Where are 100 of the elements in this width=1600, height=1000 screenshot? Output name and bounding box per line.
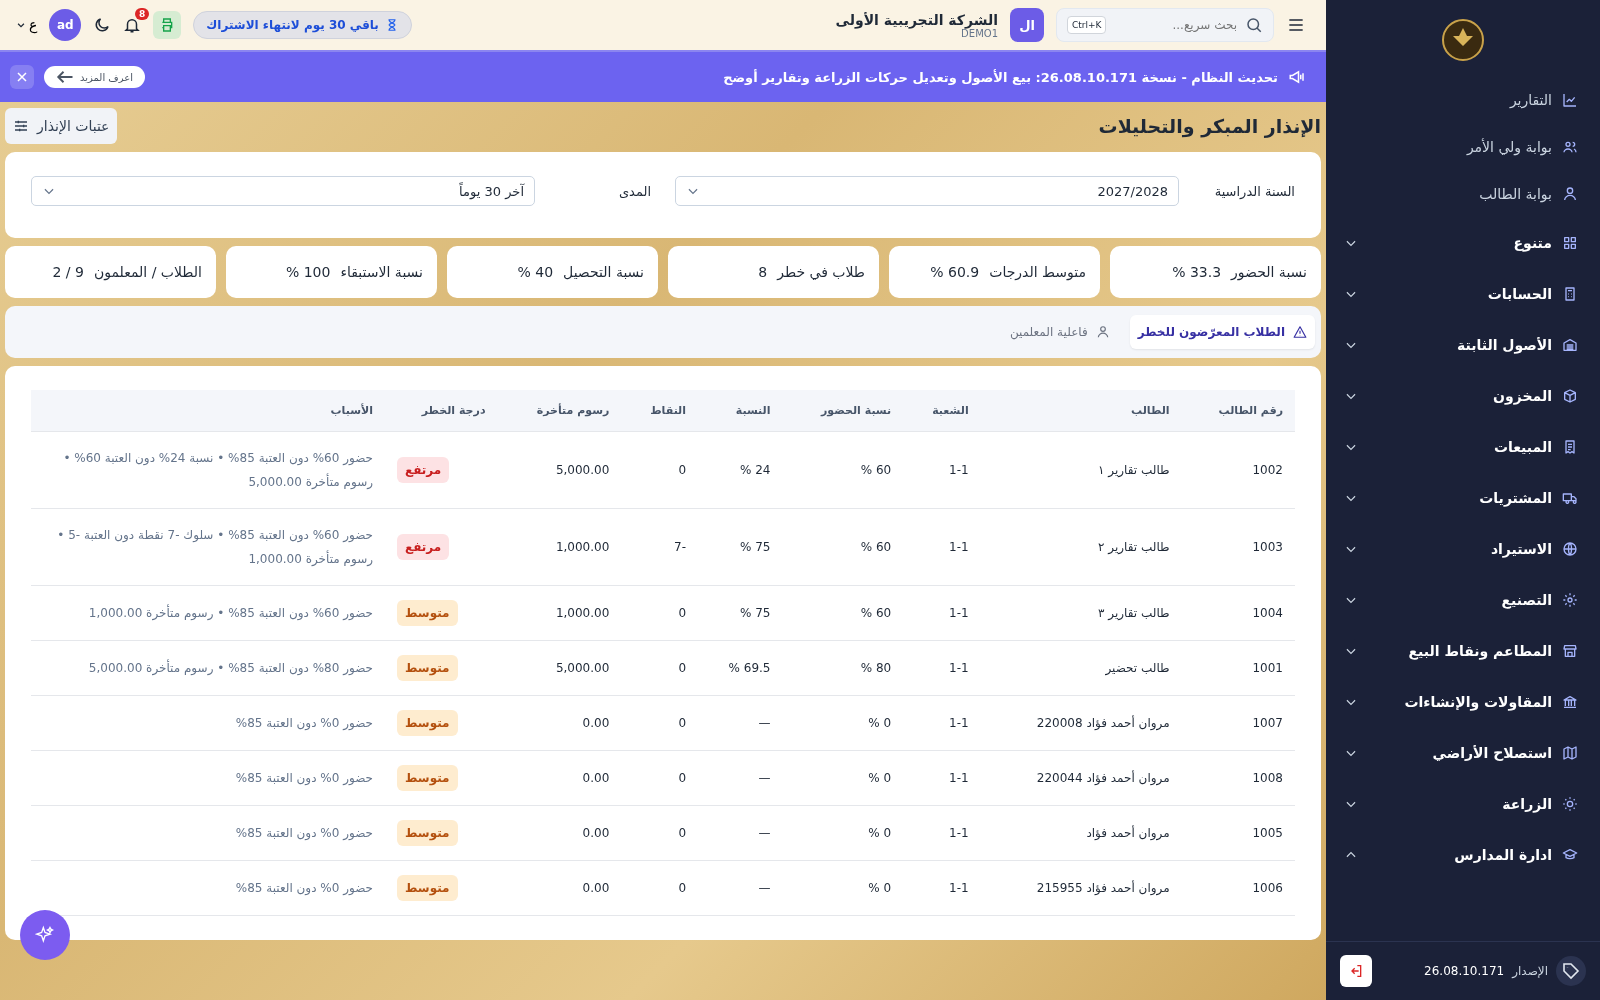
table-cell: 60 % [782, 508, 904, 586]
table-cell: 75 % [698, 508, 783, 586]
logo-icon [1441, 18, 1485, 62]
settings-icon [1562, 591, 1578, 608]
table-cell: 0 % [782, 750, 904, 806]
sidebar-link[interactable]: بوابة الطالب [1344, 170, 1578, 217]
version-number: 26.08.10.171 [1423, 964, 1505, 978]
table-cell: 1-1 [903, 585, 981, 641]
kpi-label: نسبة الاستبقاء [340, 264, 423, 280]
risk-badge: مرتفع [397, 457, 450, 483]
close-icon [16, 70, 28, 84]
risk-badge: متوسط [397, 710, 458, 736]
table-cell: 0 [621, 431, 699, 509]
close-button[interactable] [10, 65, 34, 89]
company-code: DEMO1 [961, 27, 998, 39]
page-title: الإنذار المبكر والتحليلات [1098, 115, 1321, 137]
filter-label: المدى [617, 183, 651, 199]
shop-icon [1562, 642, 1578, 659]
assistant-button[interactable] [20, 910, 70, 960]
sidebar-section[interactable]: الحسابات [1344, 268, 1578, 319]
logout-button[interactable] [1340, 955, 1372, 987]
table-cell: 5,000.00 [497, 431, 622, 509]
risk-badge: متوسط [397, 600, 458, 626]
sidebar-section[interactable]: متنوع [1344, 217, 1578, 268]
sidebar-section[interactable]: المطاعم ونقاط البيع [1344, 625, 1578, 676]
table-cell: 1,000.00 [497, 508, 622, 586]
search-field[interactable]: بحث سريع... [1112, 17, 1239, 33]
table-cell: 0 [621, 585, 699, 641]
sidebar-section[interactable]: المبيعات [1344, 421, 1578, 472]
sidebar-section[interactable]: الاستيراد [1344, 523, 1578, 574]
table-cell: 0 [621, 860, 699, 916]
table-cell: — [698, 750, 783, 806]
arrow-left-icon [56, 70, 74, 84]
table-cell: حضور 60% دون العتبة 85% • رسوم متأخرة 1,000.00 [31, 585, 385, 641]
column-header: نسبة الحضور [782, 390, 904, 432]
thresholds-button[interactable]: عتبات الإنذار [5, 108, 118, 144]
user-avatar[interactable]: ad [49, 9, 82, 41]
table-cell: 1-1 [903, 431, 981, 509]
column-header: النسبة [698, 390, 783, 432]
table-cell: 0 [621, 695, 699, 751]
table-cell: 24 % [698, 431, 783, 509]
caret-icon [16, 20, 26, 30]
table-cell: 75 % [698, 585, 783, 641]
language-button[interactable]: ع [16, 17, 38, 33]
table-cell: -7 [621, 508, 699, 586]
bell-icon[interactable] [123, 16, 142, 34]
kpi-value: 60.9 % [930, 264, 980, 280]
sidebar-section[interactable]: استصلاح الأراضي [1344, 727, 1578, 778]
table-cell: 1-1 [903, 750, 981, 806]
kpi-value: 100 % [285, 264, 331, 280]
sun-icon [1562, 795, 1578, 812]
print-button[interactable] [153, 11, 182, 39]
tab[interactable]: الطلاب المعرّضون للخطر [1129, 315, 1315, 349]
shortcut-hint: Ctrl+K [1067, 16, 1107, 34]
column-header: الأسباب [31, 390, 385, 432]
sidebar-section[interactable]: المشتريات [1344, 472, 1578, 523]
sidebar-section[interactable]: التصنيع [1344, 574, 1578, 625]
table-cell: 1005 [1181, 805, 1295, 861]
person-icon [1095, 325, 1110, 339]
version-label: الإصدار [1512, 964, 1548, 978]
box-icon [1562, 387, 1578, 404]
table-cell: طالب تحضير [980, 640, 1182, 696]
select-field[interactable]: آخر 30 يوماً [31, 176, 535, 206]
table-cell: 0.00 [497, 805, 622, 861]
chart-icon [1562, 91, 1578, 108]
table-cell: 1001 [1181, 640, 1295, 696]
select-field[interactable]: 2027/2028 [675, 176, 1179, 206]
grid-icon [1562, 234, 1578, 251]
table-cell: طالب تقارير ٣ [980, 585, 1182, 641]
notification-badge: 8 [135, 8, 150, 20]
kpi-label: نسبة التحصيل [563, 264, 644, 280]
table-cell: حضور 60% دون العتبة 85% • سلوك -7 نقطة دون العتبة -5 • رسوم متأخرة 1,000.00 [31, 508, 385, 586]
sidebar-link[interactable]: بوابة ولي الأمر [1344, 123, 1578, 170]
sidebar-section[interactable]: الأصول الثابتة [1344, 319, 1578, 370]
megaphone-icon [1288, 68, 1306, 86]
table-cell: — [698, 805, 783, 861]
filter-label: السنة الدراسية [1213, 183, 1295, 199]
warning-icon [1293, 325, 1307, 339]
company-avatar[interactable]: ال [1010, 8, 1044, 42]
table-cell: 0.00 [497, 860, 622, 916]
table-cell: — [698, 695, 783, 751]
kpi-label: الطلاب / المعلمون [93, 264, 202, 280]
risk-badge: متوسط [397, 765, 458, 791]
column-header: درجة الخطر [385, 390, 498, 432]
sliders-icon [13, 118, 29, 134]
bank-icon [1562, 693, 1578, 710]
table-cell: مروان أحمد فؤاد [980, 805, 1182, 861]
sidebar-section[interactable]: المخزون [1344, 370, 1578, 421]
tab[interactable]: فاعلية المعلمين [1001, 315, 1118, 349]
sidebar-section[interactable]: ادارة المدارس [1344, 829, 1578, 880]
learn-more-button[interactable]: اعرف المزيد [44, 66, 145, 88]
kpi-value: 8 [758, 264, 768, 280]
sidebar-section[interactable]: المقاولات والإنشاءات [1344, 676, 1578, 727]
table-cell: حضور 80% دون العتبة 85% • رسوم متأخرة 5,000.00 [31, 640, 385, 696]
table-cell: 1-1 [903, 805, 981, 861]
sidebar-section[interactable]: الزراعة [1344, 778, 1578, 829]
risk-badge: متوسط [397, 655, 458, 681]
table-cell: 1006 [1181, 860, 1295, 916]
sidebar-link[interactable]: التقارير [1344, 76, 1578, 123]
kpi-label: نسبة الحضور [1231, 264, 1307, 280]
